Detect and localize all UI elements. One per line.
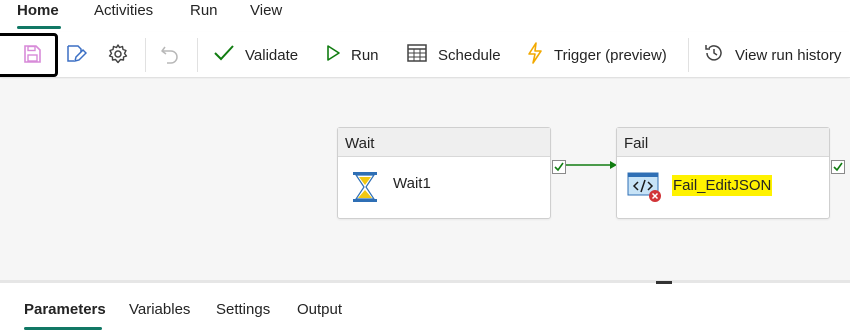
fail-code-icon: [627, 171, 663, 208]
bottom-tab-bar: Parameters Variables Settings Output: [0, 284, 850, 334]
node-type-label: Fail: [617, 128, 829, 157]
calendar-icon: [406, 43, 428, 68]
save-highlight-annotation: [0, 33, 58, 77]
activity-node-wait[interactable]: Wait Wait1: [337, 127, 551, 219]
run-button[interactable]: Run: [325, 40, 379, 70]
tab-run[interactable]: Run: [190, 2, 218, 19]
activity-node-fail[interactable]: Fail Fail_EditJSON: [616, 127, 830, 219]
node-name: Fail_EditJSON: [672, 175, 773, 196]
success-port-check[interactable]: [831, 160, 845, 174]
toolbar-divider: [688, 38, 689, 72]
view-run-history-label: View run history: [735, 46, 842, 64]
toolbar-divider: [145, 38, 146, 72]
tab-home[interactable]: Home: [17, 2, 59, 19]
lightning-icon: [526, 41, 544, 69]
toolbar-divider: [197, 38, 198, 72]
edit-icon[interactable]: [64, 42, 88, 66]
run-label: Run: [351, 46, 379, 64]
toolbar: Validate Run Schedule Trigger (preview): [0, 32, 850, 78]
trigger-label: Trigger (preview): [554, 46, 667, 64]
view-run-history-button[interactable]: View run history: [703, 40, 841, 70]
node-name: Wait1: [393, 175, 431, 192]
undo-icon[interactable]: [158, 42, 182, 66]
gear-icon[interactable]: [106, 42, 130, 66]
tab-parameters[interactable]: Parameters: [24, 301, 106, 318]
check-icon: [213, 44, 235, 67]
trigger-button[interactable]: Trigger (preview): [526, 40, 667, 70]
validate-label: Validate: [245, 46, 299, 64]
pipeline-canvas[interactable]: Wait Wait1 Fail Fail_EditJSON: [0, 79, 850, 280]
active-tab-indicator: [24, 327, 102, 330]
tab-settings[interactable]: Settings: [216, 301, 270, 318]
tab-view[interactable]: View: [250, 2, 282, 19]
connector-arrow: [566, 161, 617, 169]
history-icon: [703, 42, 725, 69]
schedule-button[interactable]: Schedule: [406, 40, 501, 70]
active-tab-indicator: [17, 26, 61, 29]
panel-splitter[interactable]: [0, 280, 850, 283]
node-type-label: Wait: [338, 128, 550, 157]
validate-button[interactable]: Validate: [213, 40, 298, 70]
play-icon: [325, 44, 341, 67]
tab-activities[interactable]: Activities: [94, 2, 153, 19]
tab-variables[interactable]: Variables: [129, 301, 190, 318]
tab-output[interactable]: Output: [297, 301, 342, 318]
top-tab-bar: Home Activities Run View: [0, 0, 850, 30]
schedule-label: Schedule: [438, 46, 501, 64]
success-port-check[interactable]: [552, 160, 566, 174]
hourglass-icon: [352, 171, 378, 208]
